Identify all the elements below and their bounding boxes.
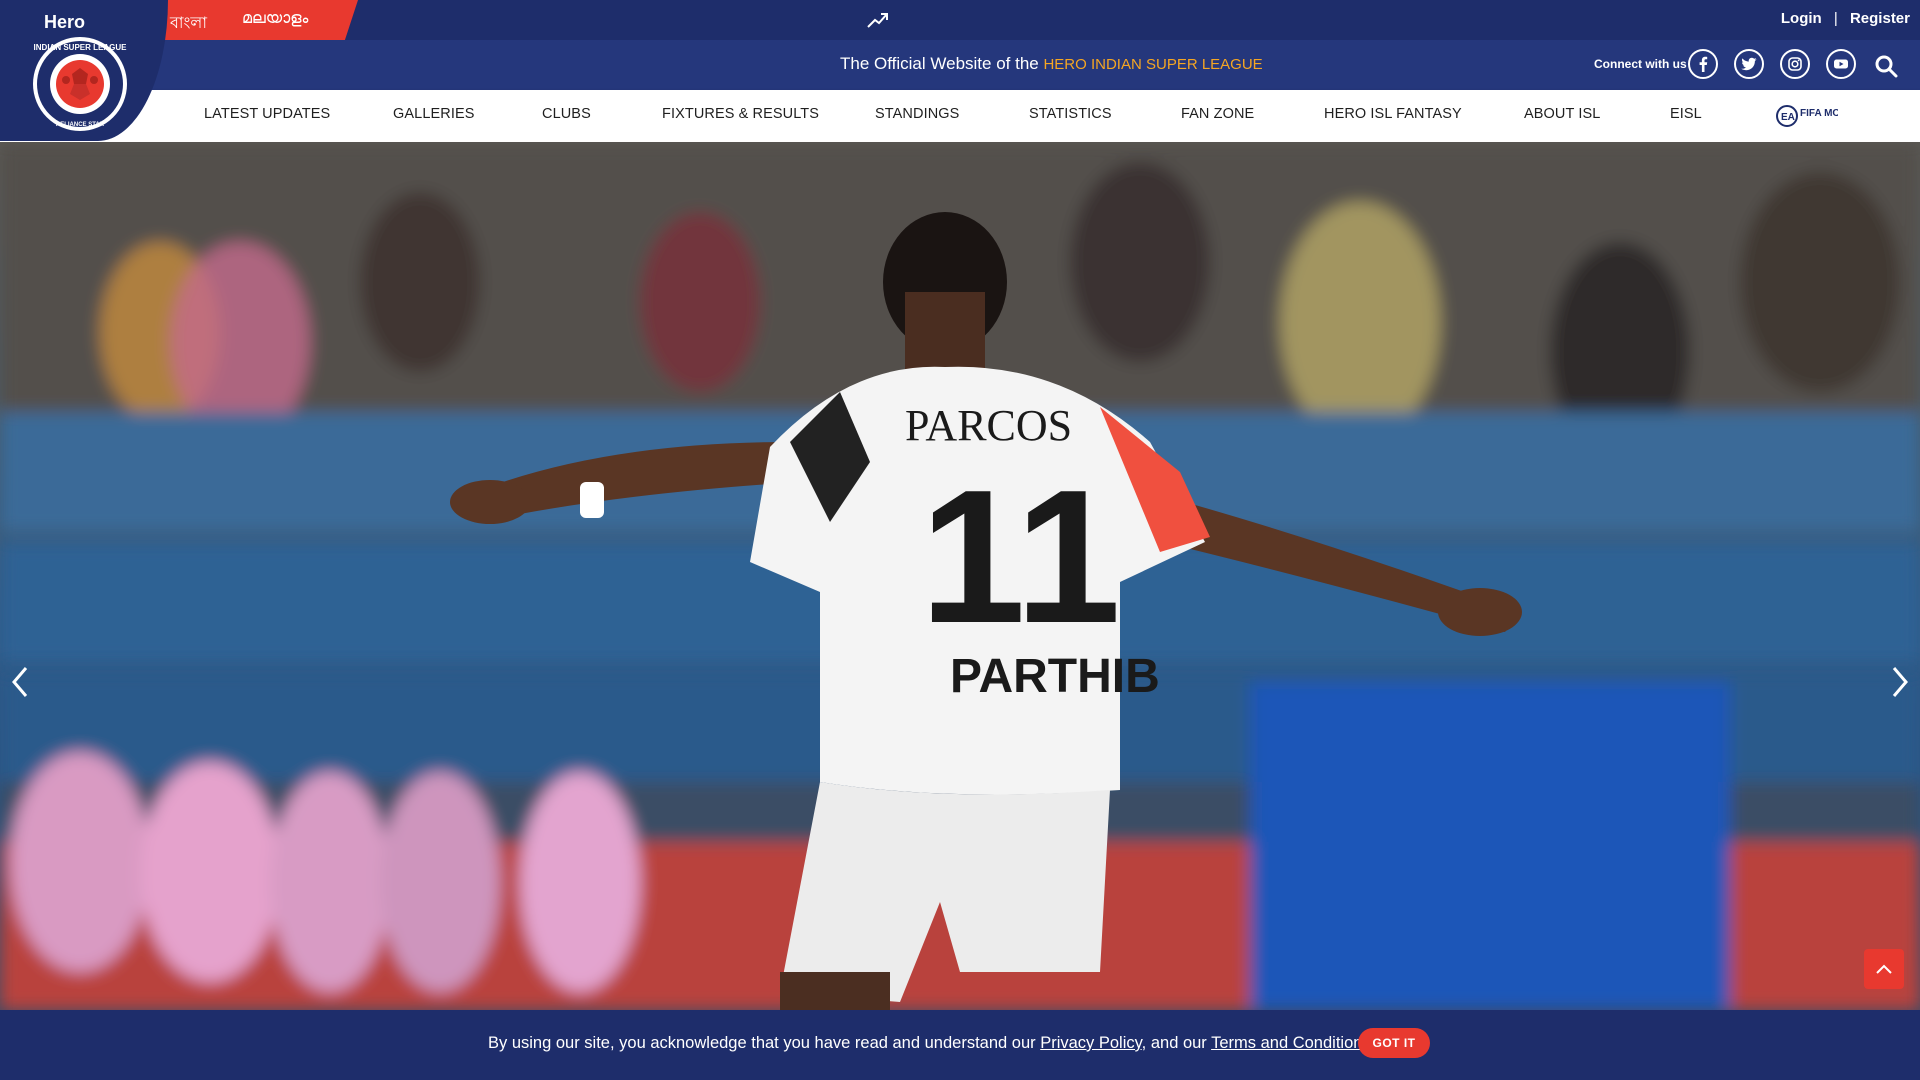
site-tagline: The Official Website of the HERO INDIAN … — [840, 54, 1263, 74]
tagline-bar: The Official Website of the HERO INDIAN … — [0, 40, 1920, 90]
isl-badge-text: INDIAN SUPER LEAGUE — [34, 43, 128, 52]
cookie-text-middle: , and our — [1141, 1034, 1212, 1052]
twitter-icon[interactable] — [1734, 49, 1764, 79]
nav-about-isl[interactable]: ABOUT ISL — [1524, 106, 1600, 122]
jersey-number: 11 — [920, 451, 1121, 663]
isl-badge-logo: INDIAN SUPER LEAGUE RELIANCE STAR — [33, 37, 128, 131]
nav-statistics[interactable]: STATISTICS — [1029, 106, 1112, 122]
language-separator — [361, 12, 362, 28]
youtube-icon[interactable] — [1826, 49, 1856, 79]
got-it-button[interactable]: GOT IT — [1358, 1028, 1430, 1058]
nav-fan-zone[interactable]: FAN ZONE — [1181, 106, 1254, 122]
nav-hero-isl-fantasy[interactable]: HERO ISL FANTASY — [1324, 106, 1462, 122]
carousel-next-arrow[interactable] — [1886, 662, 1914, 702]
hero-image: PARCOS 11 PARTHIB — [0, 142, 1920, 1010]
scroll-to-top-button[interactable] — [1864, 949, 1904, 989]
chevron-up-icon — [1876, 964, 1892, 974]
language-bengali-link[interactable]: বাংলা — [170, 10, 207, 37]
connect-label: Connect with us — [1594, 57, 1687, 71]
search-icon[interactable] — [1874, 54, 1898, 78]
auth-separator: | — [1833, 10, 1838, 27]
nav-galleries[interactable]: GALLERIES — [393, 106, 475, 122]
nav-eisl[interactable]: EISL — [1670, 106, 1702, 122]
isl-badge-subtext: RELIANCE STAR — [56, 122, 105, 128]
cookie-text-before: By using our site, you acknowledge that … — [488, 1034, 1041, 1052]
hero-wordmark: Hero — [44, 12, 86, 32]
cookie-banner: By using our site, you acknowledge that … — [0, 1010, 1920, 1080]
login-link[interactable]: Login — [1781, 10, 1822, 27]
instagram-icon[interactable] — [1780, 49, 1810, 79]
tagline-highlight: HERO INDIAN SUPER LEAGUE — [1043, 56, 1263, 73]
facebook-icon[interactable] — [1688, 49, 1718, 79]
register-link[interactable]: Register — [1850, 10, 1910, 27]
language-malayalam-link[interactable]: മലയാളം — [242, 10, 308, 28]
hero-carousel[interactable]: PARCOS 11 PARTHIB — [0, 142, 1920, 1010]
cookie-message: By using our site, you acknowledge that … — [488, 1034, 1375, 1053]
svg-text:EA: EA — [1781, 112, 1795, 123]
jersey-name: PARTHIB — [950, 650, 1160, 703]
privacy-policy-link[interactable]: Privacy Policy — [1040, 1034, 1141, 1052]
page: বাংলা മലയാളം Login | Register The Offici… — [0, 0, 1920, 1080]
language-switcher: বাংলা മലയാളം — [140, 0, 358, 40]
top-bar: বাংলা മലയാളം Login | Register — [0, 0, 1920, 40]
trending-icon[interactable] — [866, 9, 890, 31]
auth-links: Login | Register — [1781, 10, 1910, 27]
carousel-prev-arrow[interactable] — [6, 662, 34, 702]
nav-standings[interactable]: STANDINGS — [875, 106, 959, 122]
main-navigation: LATEST UPDATES GALLERIES CLUBS FIXTURES … — [0, 90, 1920, 142]
terms-link[interactable]: Terms and Conditions — [1211, 1034, 1371, 1052]
nav-fixtures-results[interactable]: FIXTURES & RESULTS — [662, 106, 819, 122]
fifa-mobile-logo[interactable]: EA FIFA MOBILE — [1776, 104, 1838, 128]
jersey-sponsor: PARCOS — [905, 401, 1072, 450]
fifa-badge-text: FIFA MOBILE — [1800, 108, 1838, 119]
nav-clubs[interactable]: CLUBS — [542, 106, 591, 122]
tagline-prefix: The Official Website of the — [840, 54, 1044, 73]
nav-latest-updates[interactable]: LATEST UPDATES — [204, 106, 330, 122]
